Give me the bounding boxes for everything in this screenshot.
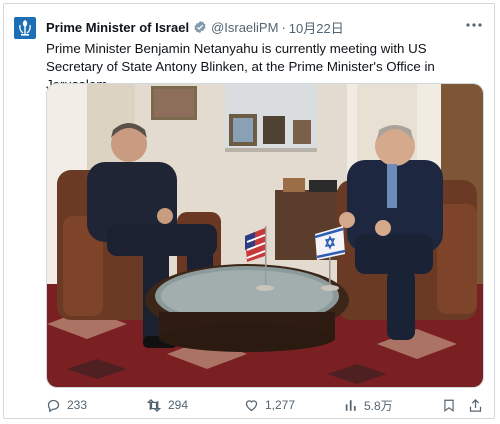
share-button[interactable] — [468, 394, 489, 416]
reply-icon — [47, 399, 60, 412]
header-separator: · — [281, 19, 286, 35]
verified-badge-icon — [193, 20, 207, 34]
retweet-icon — [146, 398, 162, 412]
emblem-icon — [19, 20, 31, 36]
tweet-card[interactable]: Prime Minister of Israel @IsraeliPM · 10… — [3, 3, 495, 419]
like-count: 1,277 — [265, 398, 296, 412]
heart-icon — [245, 399, 258, 411]
tweet-date[interactable]: 10月22日 — [289, 18, 344, 37]
tweet-header: Prime Minister of Israel @IsraeliPM · 10… — [46, 17, 484, 37]
tweet-photo[interactable] — [46, 83, 484, 388]
views-button[interactable]: 5.8万 — [344, 394, 393, 416]
author-handle[interactable]: @IsraeliPM — [211, 20, 278, 35]
more-options-icon[interactable] — [464, 15, 484, 35]
views-chart-icon — [345, 399, 356, 411]
meeting-photo — [47, 84, 483, 387]
reply-count: 233 — [67, 398, 88, 412]
bookmark-icon — [444, 399, 454, 412]
like-button[interactable]: 1,277 — [244, 394, 295, 416]
avatar[interactable] — [14, 17, 36, 39]
bookmark-button[interactable] — [442, 394, 462, 416]
author-name[interactable]: Prime Minister of Israel — [46, 20, 189, 35]
reply-button[interactable]: 233 — [46, 394, 87, 416]
view-count: 5.8万 — [364, 398, 393, 413]
share-icon — [469, 398, 482, 412]
retweet-count: 294 — [168, 398, 189, 412]
tweet-actions: 233 294 1,277 5.8万 — [46, 394, 486, 416]
retweet-button[interactable]: 294 — [146, 394, 188, 416]
